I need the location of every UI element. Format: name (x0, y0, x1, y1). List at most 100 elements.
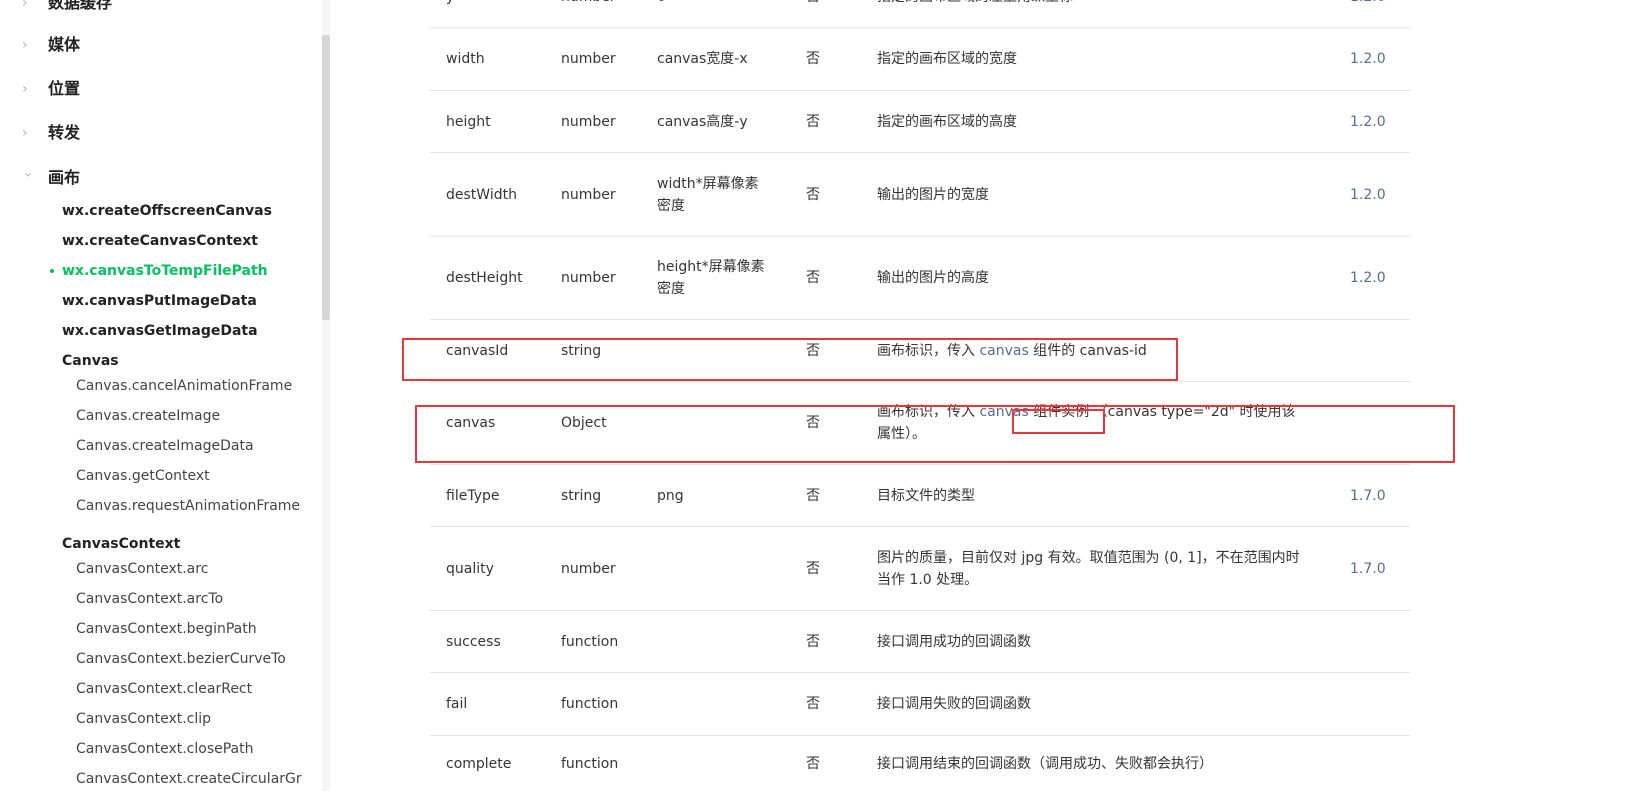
table-row: fileType string png 否 目标文件的类型 1.7.0 (430, 465, 1410, 527)
table-row: destHeight number height*屏幕像素密度 否 输出的图片的… (430, 237, 1410, 320)
chevron-right-icon: › (22, 81, 28, 97)
param-version-link[interactable]: 1.2.0 (1350, 237, 1400, 319)
desc-text: 画布标识，传入 (877, 342, 980, 359)
param-required: 否 (806, 696, 820, 712)
param-name: quality (446, 560, 494, 577)
param-default (657, 382, 787, 464)
table-row: complete function 否 接口调用结束的回调函数（调用成功、失败都… (430, 736, 1410, 791)
param-version-link (1350, 611, 1400, 672)
sidebar-item-method[interactable]: Canvas.requestAnimationFrame (76, 494, 300, 518)
param-version-link (1350, 736, 1400, 791)
sidebar-item-method[interactable]: CanvasContext.closePath (76, 737, 254, 761)
chevron-right-icon: › (22, 37, 28, 53)
param-required: 否 (806, 755, 820, 772)
param-default (657, 527, 787, 610)
param-version-link (1350, 673, 1400, 735)
sidebar-item-method[interactable]: Canvas.createImageData (76, 434, 254, 458)
sidebar-item-canvas-to-temp-file-path[interactable]: wx.canvasToTempFilePath (50, 259, 268, 283)
sidebar-item-canvas-put-image-data[interactable]: wx.canvasPutImageData (62, 289, 257, 313)
param-required: 否 (806, 186, 820, 203)
param-type: function (561, 696, 619, 712)
param-type: number (561, 560, 616, 577)
param-default (657, 736, 787, 791)
sidebar-item-canvas-get-image-data[interactable]: wx.canvasGetImageData (62, 319, 258, 343)
table-row: destWidth number width*屏幕像素密度 否 输出的图片的宽度… (430, 153, 1410, 237)
param-description: 输出的图片的高度 (877, 270, 989, 286)
param-version-link[interactable]: 1.7.0 (1350, 527, 1400, 610)
param-default (657, 320, 787, 381)
sidebar-item-method[interactable]: CanvasContext.arc (76, 557, 208, 581)
chevron-right-icon: › (22, 125, 28, 141)
param-default (657, 673, 787, 735)
sidebar-item-method[interactable]: CanvasContext.beginPath (76, 617, 257, 641)
table-row: y number 0 否 指定的画布区域的左上角纵坐标 1.2.0 (430, 0, 1410, 28)
param-name: success (446, 633, 501, 650)
sidebar-category-label: 画布 (48, 168, 81, 187)
param-default: png (657, 487, 684, 504)
param-name: y (446, 0, 556, 27)
param-required: 否 (806, 0, 846, 27)
desc-text: 组件的 canvas-id (1028, 342, 1147, 359)
param-type: number (561, 186, 616, 203)
sidebar-category-label: 媒体 (48, 35, 81, 54)
param-description: 接口调用失败的回调函数 (877, 696, 1031, 712)
param-default: width*屏幕像素密度 (657, 175, 759, 214)
sidebar-item-create-canvas-context[interactable]: wx.createCanvasContext (62, 229, 258, 253)
table-row: height number canvas高度-y 否 指定的画布区域的高度 1.… (430, 91, 1410, 153)
param-type: Object (561, 415, 607, 431)
param-description: 接口调用成功的回调函数 (877, 633, 1031, 650)
sidebar-group-canvas[interactable]: Canvas (62, 349, 119, 373)
param-description: 接口调用结束的回调函数（调用成功、失败都会执行） (877, 755, 1213, 772)
param-type: number (561, 51, 616, 67)
sidebar-item-method[interactable]: CanvasContext.bezierCurveTo (76, 647, 286, 671)
param-required: 否 (806, 113, 820, 130)
canvas-component-link[interactable]: canvas (979, 404, 1028, 420)
sidebar-item-method[interactable]: Canvas.cancelAnimationFrame (76, 374, 292, 398)
sidebar-item-method[interactable]: CanvasContext.arcTo (76, 587, 223, 611)
sidebar-item-method[interactable]: Canvas.getContext (76, 464, 210, 488)
param-version-link[interactable]: 1.2.0 (1350, 0, 1400, 27)
param-type: string (561, 487, 602, 504)
param-type: function (561, 755, 619, 772)
param-required: 否 (806, 487, 820, 504)
param-required: 否 (806, 633, 820, 650)
param-required: 否 (806, 560, 820, 577)
param-version-link[interactable]: 1.7.0 (1350, 465, 1400, 526)
param-name: fileType (446, 487, 500, 504)
sidebar-group-canvas-context[interactable]: CanvasContext (62, 532, 180, 556)
param-required: 否 (806, 51, 820, 67)
param-required: 否 (806, 342, 820, 359)
param-default: height*屏幕像素密度 (657, 259, 765, 297)
param-name: canvasId (446, 342, 509, 359)
sidebar-item-method[interactable]: CanvasContext.clip (76, 707, 211, 731)
param-description: 输出的图片的宽度 (877, 186, 989, 203)
sidebar-item-method[interactable]: Canvas.createImage (76, 404, 220, 428)
param-description: 画布标识，传入 canvas 组件的 canvas-id (877, 320, 1307, 381)
desc-text: 画布标识，传入 (877, 404, 980, 420)
page: › 数据缓存 › 媒体 › 位置 › 转发 › 画布 wx.createOffs… (0, 0, 1639, 791)
param-version-link[interactable]: 1.2.0 (1350, 153, 1400, 236)
params-table: y number 0 否 指定的画布区域的左上角纵坐标 1.2.0 width … (430, 0, 1410, 791)
sidebar-item-label: wx.canvasToTempFilePath (62, 263, 268, 279)
param-description: 指定的画布区域的高度 (877, 113, 1017, 130)
param-name: destWidth (446, 186, 517, 203)
param-version-link[interactable]: 1.2.0 (1350, 28, 1400, 90)
table-row: canvas Object 否 画布标识，传入 canvas 组件实例 （can… (430, 382, 1410, 465)
param-version-link[interactable]: 1.2.0 (1350, 91, 1400, 152)
param-description: 画布标识，传入 canvas 组件实例 （canvas type="2d" 时使… (877, 382, 1307, 464)
chevron-down-icon: › (20, 172, 36, 178)
sidebar-item-create-offscreen-canvas[interactable]: wx.createOffscreenCanvas (62, 199, 272, 223)
active-dot-icon (50, 269, 54, 273)
sidebar-item-method[interactable]: CanvasContext.createCircularGr (76, 767, 302, 791)
param-name: canvas (446, 415, 496, 431)
canvas-component-link[interactable]: canvas (979, 340, 1028, 362)
sidebar-nav: › 数据缓存 › 媒体 › 位置 › 转发 › 画布 wx.createOffs… (0, 0, 330, 791)
sidebar-scrollbar-thumb[interactable] (322, 35, 330, 320)
param-required: 否 (806, 415, 820, 431)
param-version-link (1350, 320, 1400, 381)
table-row: width number canvas宽度-x 否 指定的画布区域的宽度 1.2… (430, 28, 1410, 91)
param-type: number (561, 113, 616, 130)
param-name: fail (446, 696, 468, 712)
param-type: number (561, 270, 616, 286)
sidebar-item-method[interactable]: CanvasContext.clearRect (76, 677, 252, 701)
